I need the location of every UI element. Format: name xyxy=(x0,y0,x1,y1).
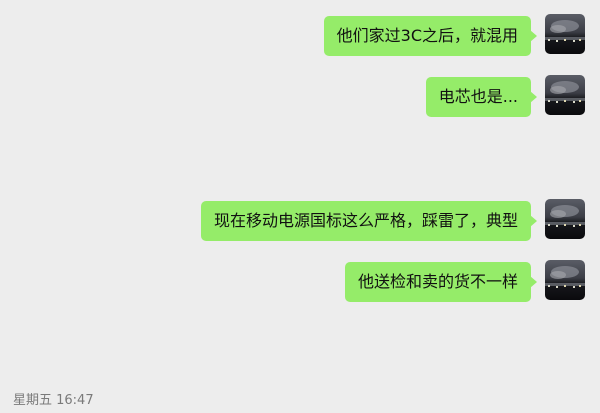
avatar-icon[interactable] xyxy=(545,14,585,54)
message-bubble[interactable]: 现在移动电源国标这么严格，踩雷了，典型 xyxy=(200,201,538,241)
message-row: 他们家过3C之后，就混用 xyxy=(323,14,585,56)
message-bubble[interactable]: 他送检和卖的货不一样 xyxy=(344,262,538,302)
message-bubble[interactable]: 电芯也是... xyxy=(425,77,538,117)
message-row: 现在移动电源国标这么严格，踩雷了，典型 xyxy=(200,199,585,241)
message-row: 电芯也是... xyxy=(425,75,585,117)
avatar-icon[interactable] xyxy=(545,75,585,115)
avatar-icon[interactable] xyxy=(545,199,585,239)
message-bubble[interactable]: 他们家过3C之后，就混用 xyxy=(323,16,538,56)
timestamp: 星期五 16:47 xyxy=(13,393,94,408)
avatar-icon[interactable] xyxy=(545,260,585,300)
message-row: 他送检和卖的货不一样 xyxy=(344,260,585,302)
